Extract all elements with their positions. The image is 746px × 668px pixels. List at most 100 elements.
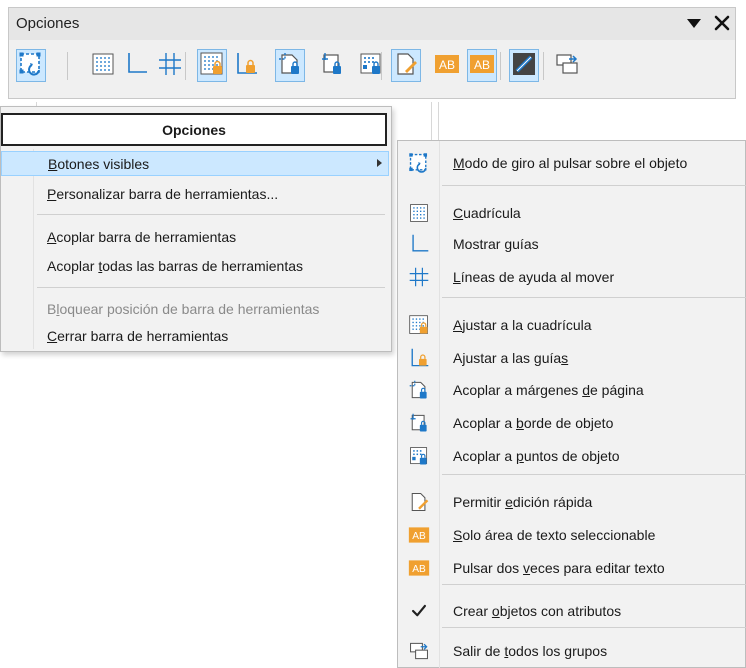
toolbar-button-guides[interactable] (121, 49, 151, 82)
toolbar-button-helplines[interactable] (155, 49, 185, 82)
submenu-item[interactable]: AB Pulsar dos veces para editar texto (398, 551, 746, 585)
menu-item-close-toolbar[interactable]: Cerrar barra de herramientas (1, 323, 389, 348)
svg-text:AB: AB (412, 531, 426, 542)
toolbar-button-create-with-attributes[interactable] (509, 49, 539, 82)
submenu-item-label: Acoplar a borde de objeto (453, 415, 614, 431)
grid-icon (90, 51, 116, 80)
toolbar-button-grid[interactable] (88, 49, 118, 82)
submenu-item[interactable]: Acoplar a borde de objeto (398, 406, 746, 440)
exit-groups-icon (407, 639, 431, 663)
submenu-item-label: Ajustar a las guías (453, 350, 569, 366)
toolbar-separator (543, 52, 544, 80)
submenu-item-label: Mostrar guías (453, 236, 539, 252)
svg-text:AB: AB (412, 564, 426, 575)
quick-edit-icon (393, 51, 419, 80)
background-ruler-line (438, 102, 439, 140)
snap-to-guides-icon (233, 51, 259, 80)
snap-to-guides-icon (407, 346, 431, 370)
toolbar-button-text-area-select[interactable]: AB (432, 49, 462, 82)
submenu-item[interactable]: Ajustar a la cuadrícula (398, 308, 746, 342)
menu-separator (37, 287, 385, 288)
exit-groups-icon (554, 51, 580, 80)
grid-icon (407, 201, 431, 225)
options-toolbar-window: Opciones AB AB (0, 0, 746, 102)
visible-buttons-submenu: Modo de giro al pulsar sobre el objeto Cu… (397, 140, 746, 668)
snap-page-margins-icon (277, 51, 303, 80)
toolbar-button-exit-groups[interactable] (552, 49, 582, 82)
guides-icon (123, 51, 149, 80)
toolbar-title: Opciones (16, 15, 80, 32)
toolbar-titlebar[interactable]: Opciones (8, 7, 736, 40)
svg-text:AB: AB (439, 58, 455, 72)
submenu-separator (442, 297, 746, 298)
submenu-separator (442, 185, 746, 186)
submenu-item[interactable]: Cuadrícula (398, 196, 746, 230)
snap-object-points-icon (358, 51, 384, 80)
snap-object-border-icon (407, 411, 431, 435)
snap-to-grid-icon (407, 313, 431, 337)
submenu-item[interactable]: Mostrar guías (398, 227, 746, 261)
submenu-item[interactable]: Crear objetos con atributos (398, 594, 746, 628)
toolbar-button-double-click-edit[interactable]: AB (467, 49, 497, 82)
submenu-item[interactable]: Acoplar a puntos de objeto (398, 439, 746, 473)
menu-item-label: Bloquear posición de barra de herramient… (47, 300, 320, 317)
menu-item-customize-toolbar[interactable]: Personalizar barra de herramientas... (1, 181, 389, 206)
menu-item-label: Personalizar barra de herramientas... (47, 185, 279, 202)
submenu-item[interactable]: AB Solo área de texto seleccionable (398, 518, 746, 552)
helplines-icon (407, 265, 431, 289)
background-ruler-line (431, 102, 432, 140)
toolbar-button-snap-to-grid[interactable] (197, 49, 227, 82)
submenu-item-label: Crear objetos con atributos (453, 603, 622, 619)
options-toolbar: AB AB (8, 40, 736, 99)
submenu-item[interactable]: Salir de todos los grupos (398, 634, 746, 668)
guides-icon (407, 232, 431, 256)
submenu-item[interactable]: Líneas de ayuda al mover (398, 260, 746, 294)
submenu-item-label: Acoplar a márgenes de página (453, 382, 644, 398)
toolbar-button-quick-edit[interactable] (391, 49, 421, 82)
menu-item-label: Botones visibles (48, 155, 150, 172)
submenu-item[interactable]: Acoplar a márgenes de página (398, 373, 746, 407)
toolbar-button-rotate-mode[interactable] (16, 49, 46, 82)
submenu-item-label: Cuadrícula (453, 205, 521, 221)
submenu-arrow-icon (377, 159, 382, 167)
submenu-separator (442, 474, 746, 475)
quick-edit-icon (407, 490, 431, 514)
double-click-edit-icon: AB (407, 556, 431, 580)
submenu-item-label: Acoplar a puntos de objeto (453, 448, 620, 464)
submenu-item-label: Solo área de texto seleccionable (453, 527, 656, 543)
create-with-attributes-icon (511, 51, 537, 80)
helplines-icon (157, 51, 183, 80)
toolbar-button-snap-page-margins[interactable] (275, 49, 305, 82)
rotate-mode-icon (18, 51, 44, 80)
submenu-item[interactable]: Modo de giro al pulsar sobre el objeto (398, 146, 746, 180)
submenu-item[interactable]: Permitir edición rápida (398, 485, 746, 519)
snap-to-grid-icon (199, 51, 225, 80)
checkmark-icon (407, 599, 431, 623)
menu-item-visible-buttons[interactable]: Botones visibles (1, 151, 389, 176)
close-icon[interactable] (711, 12, 733, 34)
menu-item-dock-all-toolbars[interactable]: Acoplar todas las barras de herramientas (1, 253, 389, 278)
toolbar-separator (185, 52, 186, 80)
snap-object-border-icon (319, 51, 345, 80)
menu-separator (37, 214, 385, 215)
svg-text:AB: AB (474, 58, 490, 72)
submenu-item-label: Ajustar a la cuadrícula (453, 317, 592, 333)
submenu-item-label: Permitir edición rápida (453, 494, 593, 510)
submenu-item-label: Pulsar dos veces para editar texto (453, 560, 665, 576)
text-area-select-icon: AB (434, 51, 460, 80)
menu-item-label: Acoplar barra de herramientas (47, 228, 237, 245)
toolbar-menu-dropdown-icon[interactable] (685, 14, 703, 32)
menu-item-dock-toolbar[interactable]: Acoplar barra de herramientas (1, 224, 389, 249)
submenu-item-label: Salir de todos los grupos (453, 643, 608, 659)
submenu-item[interactable]: Ajustar a las guías (398, 341, 746, 375)
menu-item-lock-toolbar-position: Bloquear posición de barra de herramient… (1, 296, 389, 321)
toolbar-context-menu: Opciones Botones visibles Personalizar b… (0, 106, 392, 352)
toolbar-button-snap-to-guides[interactable] (231, 49, 261, 82)
snap-page-margins-icon (407, 378, 431, 402)
rotate-mode-icon (407, 151, 431, 175)
toolbar-separator (500, 52, 501, 80)
toolbar-separator (67, 52, 68, 80)
toolbar-button-snap-object-border[interactable] (317, 49, 347, 82)
toolbar-button-snap-object-points[interactable] (356, 49, 386, 82)
double-click-edit-icon: AB (469, 51, 495, 80)
